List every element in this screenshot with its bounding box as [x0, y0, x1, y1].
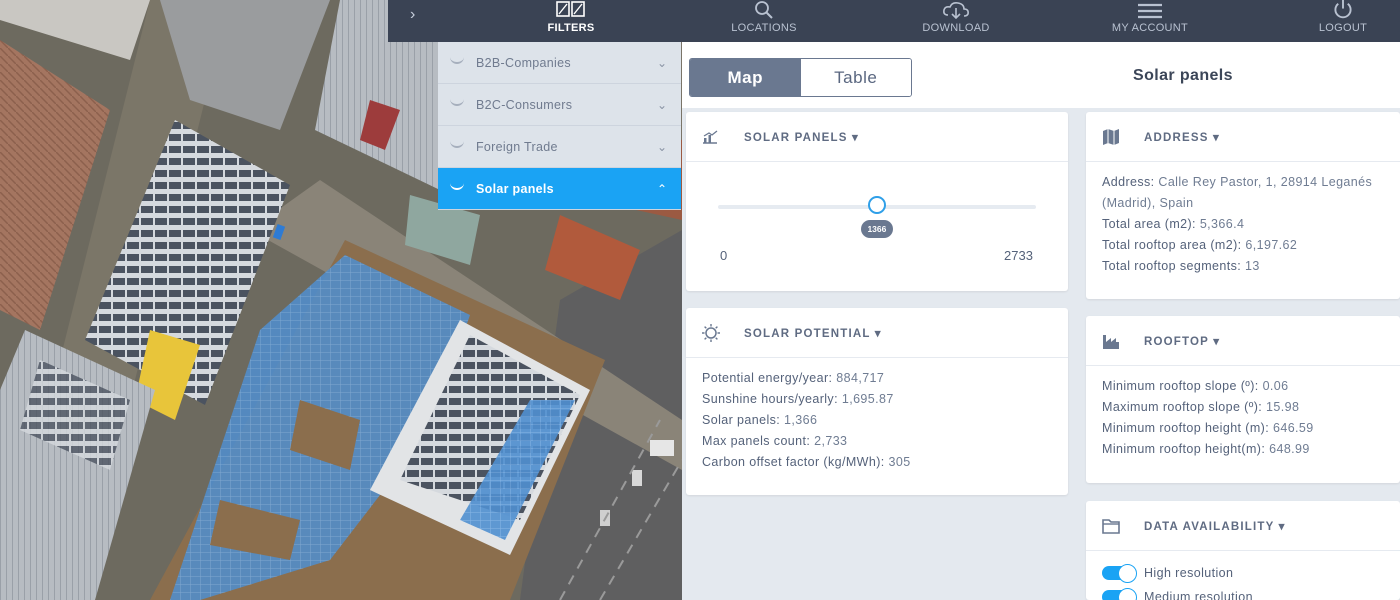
- toggle-row: High resolution: [1102, 561, 1384, 585]
- slider-thumb[interactable]: [867, 196, 886, 214]
- bar-chart-icon: [702, 129, 722, 144]
- rooftop-card: ROOFTOP ▾ Minimum rooftop slope (º): 0.0…: [1086, 316, 1400, 483]
- filter-bullet-icon: [450, 140, 464, 148]
- filter-b2b-companies[interactable]: B2B-Companies ⌄: [438, 42, 681, 84]
- map-book-icon: [1102, 128, 1122, 145]
- address-card: ADDRESS ▾ Address: Calle Rey Pastor, 1, …: [1086, 112, 1400, 299]
- sun-icon: [702, 323, 722, 342]
- solar-panels-card: SOLAR PANELS ▾ 1366 0 2733: [686, 112, 1068, 291]
- filter-b2c-consumers[interactable]: B2C-Consumers ⌄: [438, 84, 681, 126]
- nav-download[interactable]: DOWNLOAD: [916, 0, 996, 42]
- card-header: ROOFTOP ▾: [1086, 316, 1400, 366]
- filter-label: Foreign Trade: [476, 139, 558, 154]
- nav-locations[interactable]: LOCATIONS: [724, 0, 804, 42]
- expand-chevron-icon[interactable]: ›: [410, 6, 415, 24]
- info-row: Potential energy/year: 884,717: [702, 371, 885, 385]
- toggle-row: Medium resolution: [1102, 585, 1384, 600]
- card-header: SOLAR POTENTIAL ▾: [686, 308, 1068, 358]
- nav-filters-label: FILTERS: [547, 22, 595, 34]
- filter-solar-panels[interactable]: Solar panels ⌃: [438, 168, 681, 210]
- search-icon: [755, 1, 773, 19]
- info-row: Maximum rooftop slope (º): 15.98: [1102, 400, 1300, 414]
- info-row: Solar panels: 1,366: [702, 413, 818, 427]
- address-body: Address: Calle Rey Pastor, 1, 28914 Lega…: [1086, 162, 1400, 289]
- info-row: Total area (m2): 5,366.4: [1102, 217, 1245, 231]
- card-header: ADDRESS ▾: [1086, 112, 1400, 162]
- medium-resolution-toggle[interactable]: [1102, 588, 1137, 600]
- slider-value-bubble: 1366: [860, 220, 893, 238]
- high-resolution-toggle[interactable]: [1102, 564, 1137, 583]
- page-title: Solar panels: [1133, 67, 1233, 84]
- rooftop-body: Minimum rooftop slope (º): 0.06 Maximum …: [1086, 366, 1400, 472]
- info-row: Minimum rooftop slope (º): 0.06: [1102, 379, 1289, 393]
- map-view-button[interactable]: Map: [690, 59, 801, 96]
- info-row: Minimum rooftop height(m): 648.99: [1102, 442, 1310, 456]
- nav-download-label: DOWNLOAD: [922, 22, 990, 34]
- cloud-download-icon: [943, 2, 969, 19]
- factory-icon: [1102, 333, 1122, 349]
- nav-locations-label: LOCATIONS: [731, 22, 797, 34]
- solar-panels-title[interactable]: SOLAR PANELS ▾: [744, 130, 859, 144]
- info-row: Sunshine hours/yearly: 1,695.87: [702, 392, 894, 406]
- folder-icon: [1102, 518, 1122, 534]
- table-view-button[interactable]: Table: [800, 59, 911, 96]
- slider-min-label: 0: [720, 248, 728, 263]
- nav-logout-label: LOGOUT: [1318, 22, 1368, 34]
- solar-potential-title[interactable]: SOLAR POTENTIAL ▾: [744, 326, 882, 340]
- card-header: DATA AVAILABILITY ▾: [1086, 501, 1400, 551]
- nav-logout[interactable]: LOGOUT: [1308, 0, 1378, 42]
- top-nav: › FILTERS LOCATIONS DOWNLOAD MY ACCOUNT: [388, 0, 1400, 42]
- filter-foreign-trade[interactable]: Foreign Trade ⌄: [438, 126, 681, 168]
- filters-menu: B2B-Companies ⌄ B2C-Consumers ⌄ Foreign …: [438, 42, 681, 210]
- solar-potential-body: Potential energy/year: 884,717 Sunshine …: [686, 358, 1068, 485]
- filter-label: B2B-Companies: [476, 55, 571, 70]
- data-availability-body: High resolution Medium resolution: [1086, 551, 1400, 600]
- panel-count-slider[interactable]: 1366 0 2733: [686, 162, 1068, 282]
- info-row: Minimum rooftop height (m): 646.59: [1102, 421, 1314, 435]
- nav-filters[interactable]: FILTERS: [536, 0, 606, 42]
- view-toggle: Map Table: [689, 58, 912, 97]
- card-header: SOLAR PANELS ▾: [686, 112, 1068, 162]
- filter-label: B2C-Consumers: [476, 97, 573, 112]
- info-row: Address: Calle Rey Pastor, 1, 28914 Lega…: [1102, 175, 1373, 210]
- info-row: Max panels count: 2,733: [702, 434, 848, 448]
- chevron-up-icon: ⌃: [656, 181, 667, 196]
- info-row: Total rooftop area (m2): 6,197.62: [1102, 238, 1298, 252]
- toggle-label: High resolution: [1144, 565, 1234, 580]
- chevron-down-icon: ⌄: [656, 97, 667, 112]
- filter-bullet-icon: [450, 182, 464, 190]
- info-row: Total rooftop segments: 13: [1102, 259, 1260, 273]
- data-availability-card: DATA AVAILABILITY ▾ High resolution Medi…: [1086, 501, 1400, 600]
- slider-max-label: 2733: [1004, 248, 1033, 263]
- solar-potential-card: SOLAR POTENTIAL ▾ Potential energy/year:…: [686, 308, 1068, 495]
- nav-my-account-label: MY ACCOUNT: [1111, 22, 1189, 34]
- chevron-down-icon: ⌄: [656, 55, 667, 70]
- filter-bullet-icon: [450, 98, 464, 106]
- rooftop-title[interactable]: ROOFTOP ▾: [1144, 334, 1220, 348]
- info-row: Carbon offset factor (kg/MWh): 305: [702, 455, 911, 469]
- chevron-down-icon: ⌄: [656, 139, 667, 154]
- filter-bullet-icon: [450, 56, 464, 64]
- nav-my-account[interactable]: MY ACCOUNT: [1104, 0, 1196, 42]
- data-availability-title[interactable]: DATA AVAILABILITY ▾: [1144, 519, 1286, 533]
- filter-grid-icon: [556, 1, 585, 17]
- power-icon: [1334, 0, 1352, 19]
- menu-icon: [1138, 3, 1162, 19]
- address-title[interactable]: ADDRESS ▾: [1144, 130, 1220, 144]
- filter-label: Solar panels: [476, 181, 554, 196]
- toggle-label: Medium resolution: [1144, 589, 1253, 600]
